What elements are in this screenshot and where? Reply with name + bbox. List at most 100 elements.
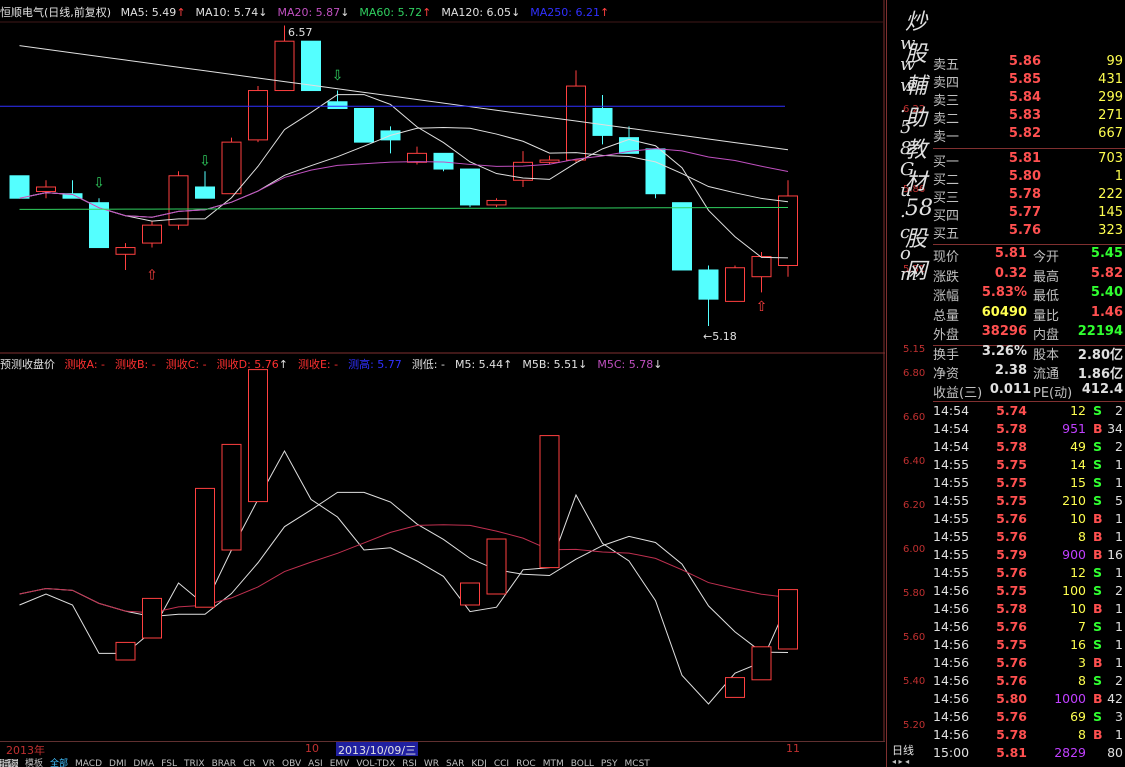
kline-chart-svg[interactable]: ⇩ ⇩ ⇩ ⇧ ⇧ [0,0,885,767]
order-level-label: 卖五 [933,58,960,73]
signal-arrow-icon: ⇩ [199,153,211,169]
indicator-tab[interactable]: 全部 [50,759,68,767]
buy-order-row[interactable]: 买三 5.78 222 [933,187,1125,206]
indicator-tab[interactable]: TRIX [184,759,205,767]
candle-body[interactable] [751,256,772,278]
candle-body[interactable] [248,90,268,141]
candle-body[interactable] [486,199,507,206]
indicator-tab[interactable]: CR [243,759,256,767]
indicator-tab[interactable]: BRAR [212,759,236,767]
candle-body[interactable] [327,101,348,109]
indicator-tab[interactable]: VOL-TDX [356,759,395,767]
candle-body[interactable] [221,141,242,195]
indicator-tab[interactable]: EMV [330,759,350,767]
buy-order-row[interactable]: 买四 5.77 145 [933,205,1125,224]
candle-body[interactable] [115,247,136,255]
trade-row[interactable]: 14:55 5.79 900 B 16 [933,547,1125,565]
indicator-tab[interactable]: SAR [446,759,464,767]
candle-body[interactable] [195,186,215,199]
sell-order-row[interactable]: 卖五 5.86 99 [933,54,1125,73]
indicator-name[interactable]: 预测收盘价 [0,358,55,371]
indicator-axis-label: 5.80 [903,588,926,599]
candle-body[interactable] [672,202,692,271]
trade-row[interactable]: 14:55 5.76 8 B 1 [933,529,1125,547]
trade-row[interactable]: 14:54 5.78 49 S 2 [933,439,1125,457]
indicator-tab[interactable]: MCST [625,759,650,767]
candle-body[interactable] [9,175,30,199]
predicted-close-bar[interactable] [115,641,136,661]
predicted-close-bar[interactable] [195,487,215,608]
buy-order-row[interactable]: 买一 5.81 703 [933,151,1125,170]
trade-row[interactable]: 14:55 5.75 210 S 5 [933,493,1125,511]
trade-row[interactable]: 14:55 5.76 10 B 1 [933,511,1125,529]
trade-row[interactable]: 14:55 5.75 15 S 1 [933,475,1125,493]
trade-row[interactable]: 15:00 5.81 2829 80 [933,745,1125,763]
candle-body[interactable] [566,85,586,161]
chart-area[interactable]: ⇩ ⇩ ⇩ ⇧ ⇧ 恒顺电气(日线,前复权) MA5: 5.49↑ MA10: 5.74↓… [0,0,933,767]
trade-row[interactable]: 14:56 5.76 3 B 1 [933,655,1125,673]
sell-order-row[interactable]: 卖四 5.85 431 [933,72,1125,91]
candle-body[interactable] [433,152,454,170]
indicator-tab[interactable]: MTM [543,759,564,767]
stock-title[interactable]: 恒顺电气(日线,前复权) [0,6,111,19]
predicted-close-bar[interactable] [221,443,242,551]
period-arrows[interactable]: ◂ ▸ ◂ [892,757,909,766]
buy-order-row[interactable]: 买二 5.80 1 [933,169,1125,188]
indicator-tab[interactable]: 模板 [25,759,43,767]
indicator-tab[interactable]: CCI [494,759,509,767]
indicator-tab[interactable]: OBV [282,759,301,767]
candle-body[interactable] [301,40,321,92]
period-label[interactable]: 日线 [892,742,914,758]
candle-body[interactable] [36,186,56,192]
predicted-close-bar[interactable] [248,369,268,503]
trade-row[interactable]: 14:54 5.74 12 S 2 [933,403,1125,421]
trade-row[interactable]: 14:56 5.78 10 B 1 [933,601,1125,619]
predicted-close-bar[interactable] [142,597,162,639]
indicator-tab[interactable]: ROC [516,759,536,767]
candle-body[interactable] [698,269,719,300]
trade-row[interactable]: 14:55 5.75 14 S 1 [933,457,1125,475]
indicator-tab[interactable]: ASI [308,759,323,767]
trade-row[interactable]: 14:56 5.75 16 S 1 [933,637,1125,655]
indicator-tab[interactable]: WR [424,759,439,767]
predicted-close-bar[interactable] [539,435,560,569]
candle-body[interactable] [725,267,745,302]
candle-body[interactable] [645,148,666,195]
predicted-close-bar[interactable] [751,646,772,681]
sell-order-row[interactable]: 卖一 5.82 667 [933,126,1125,145]
trade-row[interactable]: 14:56 5.76 69 S 3 [933,709,1125,727]
indicator-tab[interactable]: KDJ [471,759,487,767]
trade-row[interactable]: 14:56 5.80 1000 B 42 [933,691,1125,709]
indicator-tab[interactable]: PSY [601,759,618,767]
predicted-close-bar[interactable] [460,582,480,606]
trade-row[interactable]: 14:55 5.76 12 S 1 [933,565,1125,583]
indicator-tab[interactable]: BOLL [571,759,594,767]
indicator-tab[interactable]: DMI [109,759,126,767]
candle-body[interactable] [354,107,374,143]
trade-row[interactable]: 14:56 5.78 8 B 1 [933,727,1125,745]
predicted-close-bar[interactable] [725,677,745,698]
indicator-tab[interactable]: DMA [133,759,154,767]
candle-body[interactable] [142,224,162,244]
predicted-close-bar[interactable] [486,538,507,595]
trade-row[interactable]: 14:56 5.76 7 S 1 [933,619,1125,637]
candle-body[interactable] [407,152,427,163]
candle-body[interactable] [539,159,560,163]
trade-row[interactable]: 14:56 5.75 100 S 2 [933,583,1125,601]
trade-row[interactable]: 14:56 5.76 8 S 2 [933,673,1125,691]
predicted-close-bar[interactable] [778,589,798,650]
sell-order-row[interactable]: 卖三 5.84 299 [933,90,1125,109]
sell-order-row[interactable]: 卖二 5.83 271 [933,108,1125,127]
indicator-tab[interactable]: RSI [402,759,417,767]
buy-order-row[interactable]: 买五 5.76 323 [933,223,1125,242]
candle-body[interactable] [592,107,613,136]
indicator-tab[interactable]: 指标 [0,759,19,767]
trade-row[interactable]: 14:54 5.78 951 B 34 [933,421,1125,439]
indicator-tab[interactable]: VR [263,759,275,767]
candle-body[interactable] [460,168,480,206]
candle-body[interactable] [168,175,189,226]
indicator-tab[interactable]: FSL [161,759,177,767]
indicator-tab[interactable]: MACD [75,759,102,767]
candle-body[interactable] [274,40,295,92]
candle-body[interactable] [778,195,798,266]
